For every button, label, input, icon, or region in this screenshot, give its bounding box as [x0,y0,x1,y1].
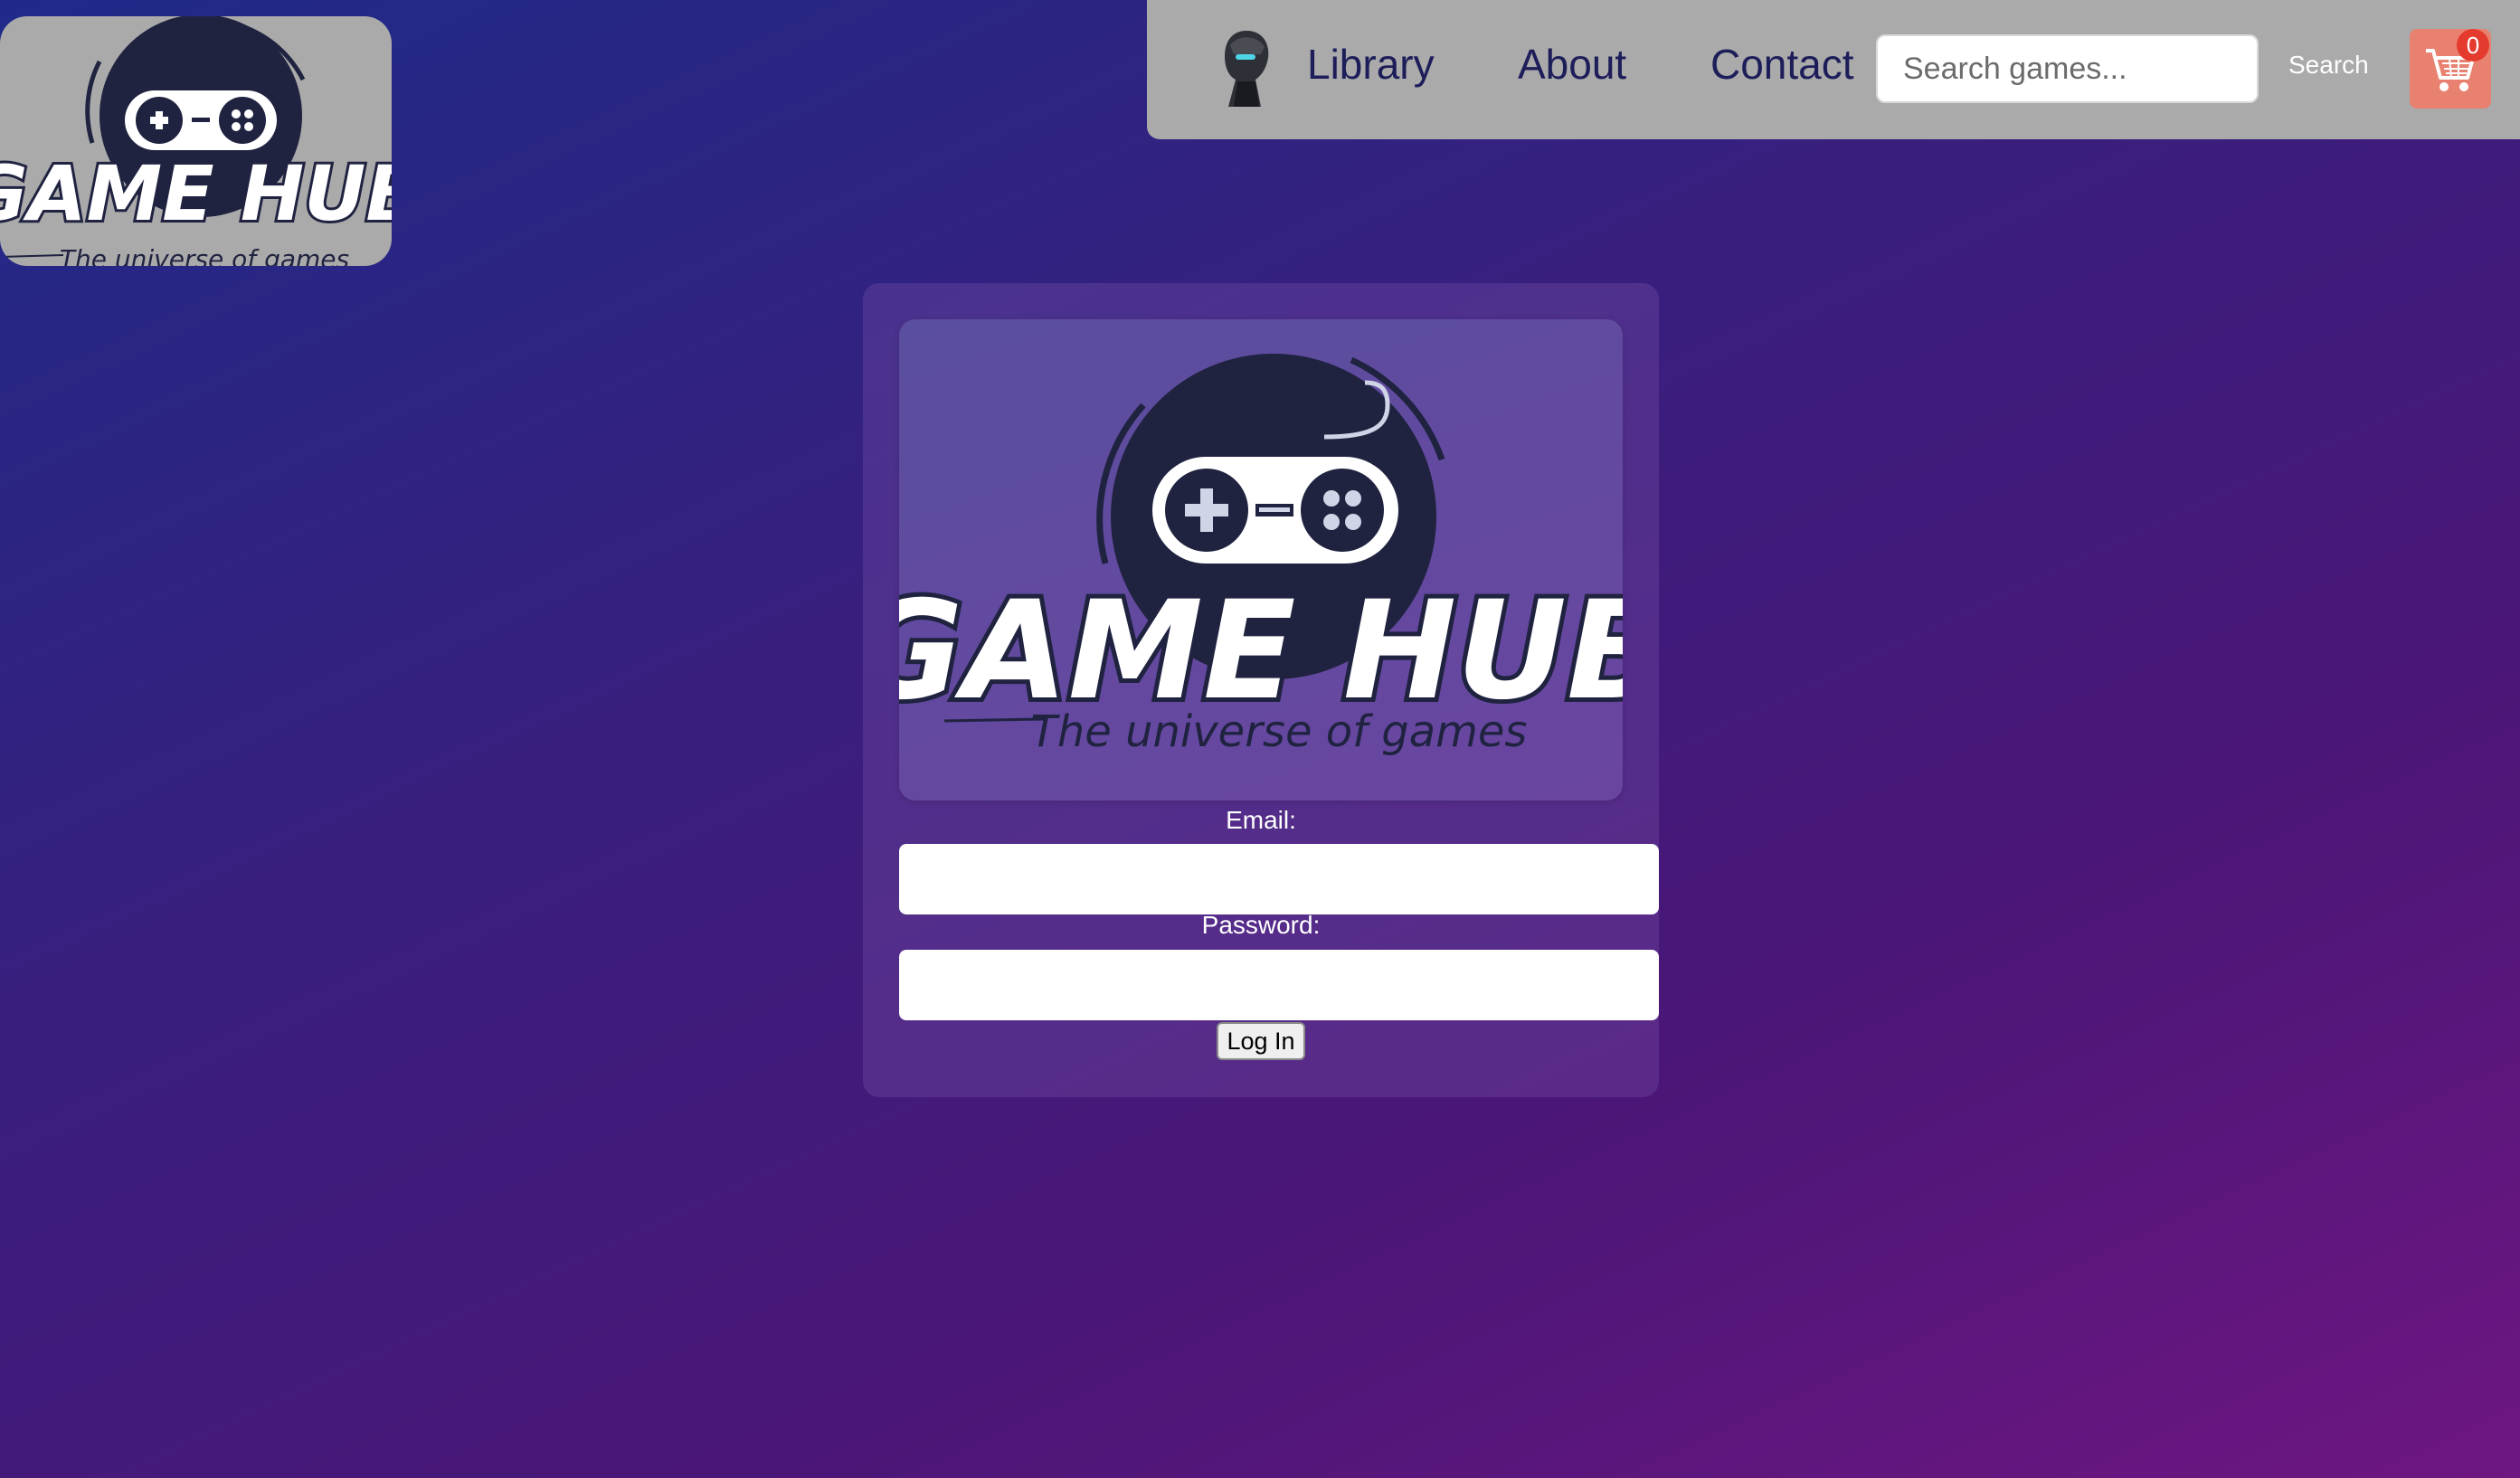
search-button[interactable]: Search [2288,51,2369,80]
avatar-icon[interactable] [1210,27,1283,110]
game-hub-logo-icon: GAME HUB The universe of games [899,354,1623,757]
svg-text:The universe of games: The universe of games [60,244,349,266]
cart-button[interactable]: 0 [2410,29,2491,109]
top-navbar: Library About Contact Search 0 [1147,0,2520,139]
login-card: GAME HUB The universe of games Email: Pa… [863,283,1659,1097]
email-label: Email: [1226,806,1296,834]
nav-link-contact[interactable]: Contact [1710,40,1854,89]
cart-count-badge: 0 [2457,29,2489,62]
search-input[interactable] [1876,34,2259,103]
svg-text:GAME HUB: GAME HUB [0,149,392,238]
password-field[interactable] [899,950,1659,1020]
email-field[interactable] [899,844,1659,914]
card-logo: GAME HUB The universe of games [899,319,1623,801]
password-label: Password: [1201,911,1321,939]
nav-link-about[interactable]: About [1518,40,1626,89]
game-hub-logo-icon: GAME HUB The universe of games [0,16,392,266]
login-button[interactable]: Log In [1217,1022,1305,1060]
nav-link-library[interactable]: Library [1307,40,1435,89]
corner-logo[interactable]: GAME HUB The universe of games [0,16,392,266]
svg-text:The universe of games: The universe of games [1031,706,1528,757]
